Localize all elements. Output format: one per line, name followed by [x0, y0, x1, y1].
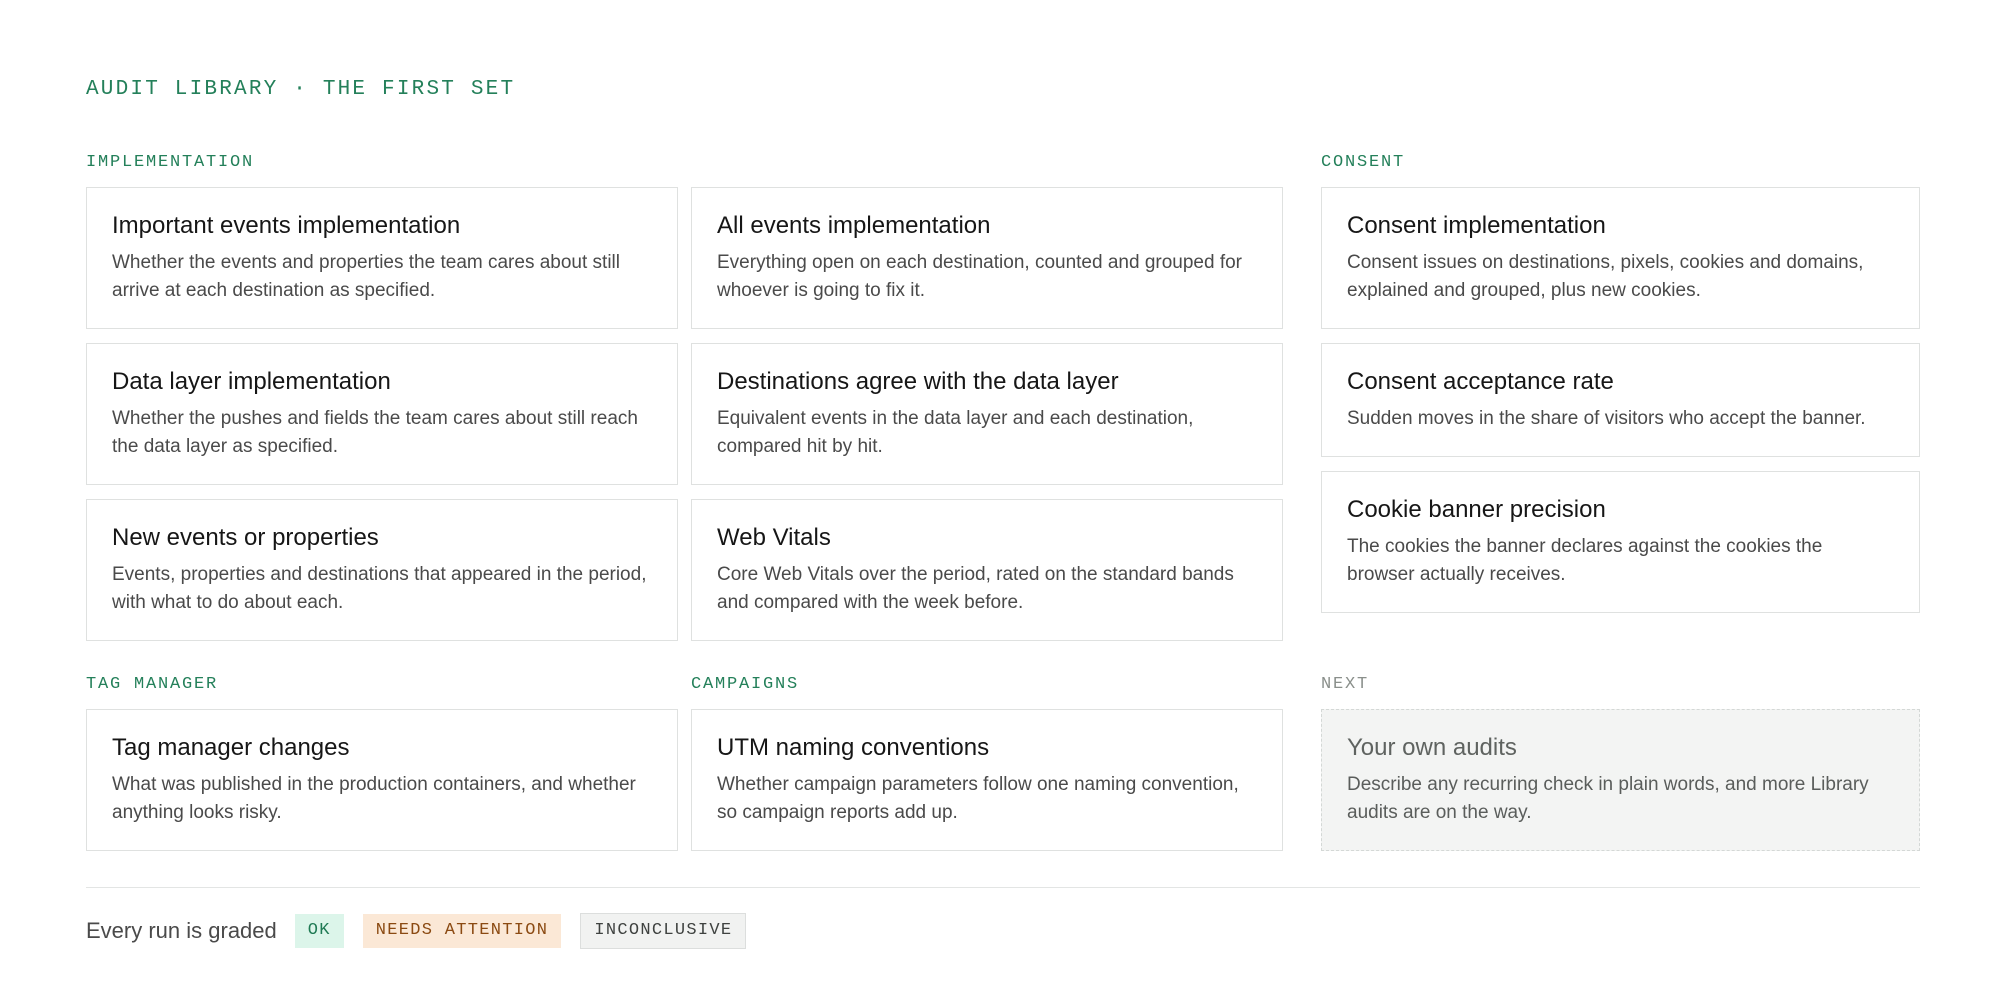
card-description: Whether the events and properties the te… — [112, 252, 620, 301]
section-label-consent: CONSENT — [1321, 153, 1406, 172]
card-title: UTM naming conventions — [717, 734, 990, 761]
card-title: Consent implementation — [1347, 212, 1606, 239]
audit-card-consent-acceptance-rate[interactable]: Consent acceptance rate Sudden moves in … — [1321, 343, 1920, 457]
card-title: Destinations agree with the data layer — [717, 368, 1119, 395]
card-title: All events implementation — [717, 212, 991, 239]
audit-card-your-own-audits: Your own audits Describe any recurring c… — [1321, 709, 1920, 851]
card-description: Core Web Vitals over the period, rated o… — [717, 564, 1234, 613]
section-label-campaigns: CAMPAIGNS — [691, 675, 800, 694]
grade-legend: Every run is graded OK NEEDS ATTENTION I… — [86, 913, 765, 949]
audit-card-utm-naming[interactable]: UTM naming conventions Whether campaign … — [691, 709, 1283, 851]
card-title: Tag manager changes — [112, 734, 350, 761]
section-label-tag-manager: TAG MANAGER — [86, 675, 219, 694]
card-description: Equivalent events in the data layer and … — [717, 408, 1194, 457]
card-description: Consent issues on destinations, pixels, … — [1347, 252, 1864, 301]
audit-card-all-events[interactable]: All events implementation Everything ope… — [691, 187, 1283, 329]
card-description: Events, properties and destinations that… — [112, 564, 647, 613]
card-title: Consent acceptance rate — [1347, 368, 1614, 395]
audit-card-destinations-agree[interactable]: Destinations agree with the data layer E… — [691, 343, 1283, 485]
card-title: New events or properties — [112, 524, 379, 551]
audit-card-important-events[interactable]: Important events implementation Whether … — [86, 187, 678, 329]
card-description: Describe any recurring check in plain wo… — [1347, 774, 1869, 823]
audit-card-tag-manager-changes[interactable]: Tag manager changes What was published i… — [86, 709, 678, 851]
audit-card-data-layer[interactable]: Data layer implementation Whether the pu… — [86, 343, 678, 485]
section-label-next: NEXT — [1321, 675, 1370, 694]
audit-card-new-events[interactable]: New events or properties Events, propert… — [86, 499, 678, 641]
card-description: Sudden moves in the share of visitors wh… — [1347, 408, 1866, 429]
card-description: Whether campaign parameters follow one n… — [717, 774, 1239, 823]
card-title: Cookie banner precision — [1347, 496, 1606, 523]
legend-text: Every run is graded — [86, 918, 277, 943]
card-title: Data layer implementation — [112, 368, 391, 395]
card-title: Your own audits — [1347, 734, 1517, 761]
audit-card-web-vitals[interactable]: Web Vitals Core Web Vitals over the peri… — [691, 499, 1283, 641]
page-kicker: AUDIT LIBRARY · THE FIRST SET — [86, 78, 516, 101]
card-description: The cookies the banner declares against … — [1347, 536, 1823, 585]
status-badge-inconclusive: INCONCLUSIVE — [580, 913, 747, 949]
card-title: Important events implementation — [112, 212, 461, 239]
card-description: Whether the pushes and fields the team c… — [112, 408, 638, 457]
divider — [86, 887, 1920, 888]
card-description: Everything open on each destination, cou… — [717, 252, 1242, 301]
audit-card-consent-implementation[interactable]: Consent implementation Consent issues on… — [1321, 187, 1920, 329]
section-label-implementation: IMPLEMENTATION — [86, 153, 255, 172]
audit-card-cookie-banner[interactable]: Cookie banner precision The cookies the … — [1321, 471, 1920, 613]
status-badge-needs-attention: NEEDS ATTENTION — [362, 914, 562, 948]
card-description: What was published in the production con… — [112, 774, 636, 823]
status-badge-ok: OK — [294, 914, 344, 948]
card-title: Web Vitals — [717, 524, 831, 551]
